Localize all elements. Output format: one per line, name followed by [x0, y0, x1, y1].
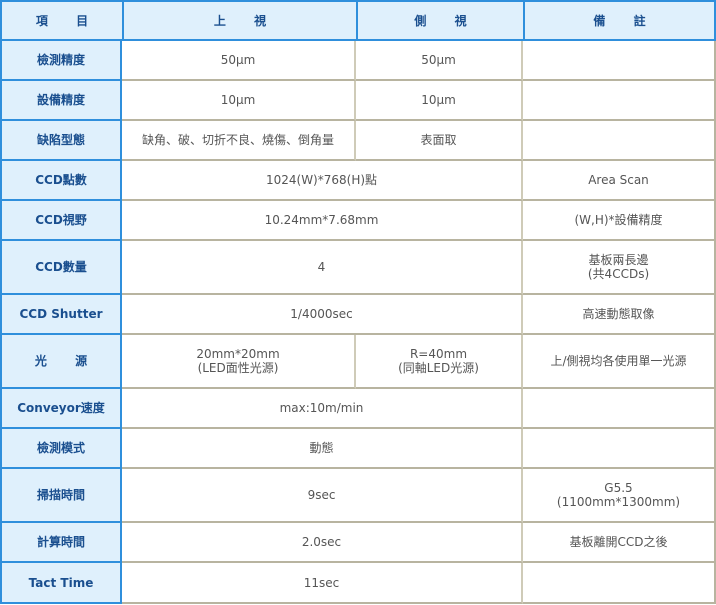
table-row: CCD Shutter 1/4000sec 高速動態取像	[0, 295, 716, 335]
remark-value	[523, 81, 716, 121]
table-row: CCD點數 1024(W)*768(H)點 Area Scan	[0, 161, 716, 201]
remark-line-2: (1100mm*1300mm)	[556, 495, 681, 509]
row-label: CCD視野	[0, 201, 122, 241]
row-label: Tact Time	[0, 563, 122, 604]
remark-line-2: (共4CCDs)	[587, 267, 650, 281]
side-view-line-2: (同軸LED光源)	[398, 361, 479, 375]
remark-value: 上/側視均各使用單一光源	[523, 335, 716, 389]
merged-value: 11sec	[122, 563, 523, 604]
side-view-value: 50μm	[356, 41, 523, 81]
top-view-value: 缺角、破、切折不良、燒傷、倒角量	[122, 121, 356, 161]
table-row: 設備精度 10μm 10μm	[0, 81, 716, 121]
row-label: CCD Shutter	[0, 295, 122, 335]
table-row: 計算時間 2.0sec 基板離開CCD之後	[0, 523, 716, 563]
row-label: 設備精度	[0, 81, 122, 121]
row-label: 檢測精度	[0, 41, 122, 81]
header-remarks: 備 註	[523, 0, 716, 41]
side-view-value: 10μm	[356, 81, 523, 121]
top-view-line-2: (LED面性光源)	[197, 361, 279, 375]
table-row: 檢測精度 50μm 50μm	[0, 41, 716, 81]
remark-value: 基板離開CCD之後	[523, 523, 716, 563]
merged-value: max:10m/min	[122, 389, 523, 429]
row-label: CCD點數	[0, 161, 122, 201]
header-row: 項 目 上 視 側 視 備 註	[0, 0, 716, 41]
row-label: 檢測模式	[0, 429, 122, 469]
remark-line-1: 基板兩長邊	[588, 253, 649, 267]
table-row: 光 源 20mm*20mm (LED面性光源) R=40mm (同軸LED光源)…	[0, 335, 716, 389]
table-row: 掃描時間 9sec G5.5 (1100mm*1300mm)	[0, 469, 716, 523]
remark-value: (W,H)*設備精度	[523, 201, 716, 241]
table-row: CCD數量 4 基板兩長邊 (共4CCDs)	[0, 241, 716, 295]
row-label: 掃描時間	[0, 469, 122, 523]
header-side-view: 側 視	[356, 0, 523, 41]
remark-value: 基板兩長邊 (共4CCDs)	[523, 241, 716, 295]
spec-table: 項 目 上 視 側 視 備 註 檢測精度 50μm 50μm 設備精度 10μm…	[0, 0, 716, 604]
top-view-value: 20mm*20mm (LED面性光源)	[122, 335, 356, 389]
remark-value	[523, 389, 716, 429]
table-row: 缺陷型態 缺角、破、切折不良、燒傷、倒角量 表面取	[0, 121, 716, 161]
table-row: Conveyor速度 max:10m/min	[0, 389, 716, 429]
remark-value	[523, 41, 716, 81]
row-label: CCD數量	[0, 241, 122, 295]
remark-line-1: G5.5	[604, 481, 633, 495]
remark-value	[523, 563, 716, 604]
remark-value: 高速動態取像	[523, 295, 716, 335]
row-label: 缺陷型態	[0, 121, 122, 161]
side-view-line-1: R=40mm	[409, 347, 468, 361]
merged-value: 9sec	[122, 469, 523, 523]
table-row: 檢測模式 動態	[0, 429, 716, 469]
table-row: Tact Time 11sec	[0, 563, 716, 604]
remark-value: Area Scan	[523, 161, 716, 201]
side-view-value: 表面取	[356, 121, 523, 161]
top-view-value: 10μm	[122, 81, 356, 121]
top-view-value: 50μm	[122, 41, 356, 81]
merged-value: 4	[122, 241, 523, 295]
remark-value	[523, 121, 716, 161]
remark-value: G5.5 (1100mm*1300mm)	[523, 469, 716, 523]
remark-value	[523, 429, 716, 469]
merged-value: 1/4000sec	[122, 295, 523, 335]
merged-value: 10.24mm*7.68mm	[122, 201, 523, 241]
merged-value: 動態	[122, 429, 523, 469]
top-view-line-1: 20mm*20mm	[196, 347, 280, 361]
merged-value: 1024(W)*768(H)點	[122, 161, 523, 201]
row-label: 光 源	[0, 335, 122, 389]
merged-value: 2.0sec	[122, 523, 523, 563]
header-top-view: 上 視	[122, 0, 356, 41]
table-row: CCD視野 10.24mm*7.68mm (W,H)*設備精度	[0, 201, 716, 241]
row-label: Conveyor速度	[0, 389, 122, 429]
side-view-value: R=40mm (同軸LED光源)	[356, 335, 523, 389]
header-item: 項 目	[0, 0, 122, 41]
row-label: 計算時間	[0, 523, 122, 563]
